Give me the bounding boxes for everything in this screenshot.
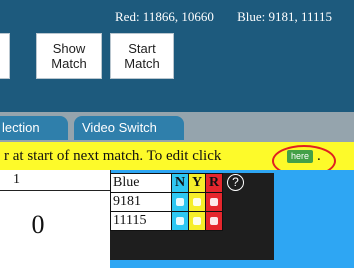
- notice-banner: r at start of next match. To edit click …: [0, 142, 354, 170]
- header-bar: Red: 11866, 10660 Blue: 9181, 11115 Show…: [0, 0, 354, 112]
- help-icon[interactable]: ?: [227, 174, 244, 191]
- team-number-cell: 9181: [110, 192, 172, 212]
- team-2-y-checkbox[interactable]: [188, 211, 206, 231]
- checkbox-icon: [210, 216, 218, 225]
- column-r-header: R: [205, 173, 223, 193]
- column-n-header: N: [171, 173, 189, 193]
- team-1-y-checkbox[interactable]: [188, 192, 206, 212]
- blue-penalty-table: Blue N Y R ? 9181 11115: [110, 173, 250, 231]
- team-2-n-checkbox[interactable]: [171, 211, 189, 231]
- start-match-label-2: Match: [124, 56, 160, 71]
- checkbox-icon: [176, 197, 184, 206]
- empty-cell: [222, 192, 250, 212]
- column-y-header: Y: [188, 173, 206, 193]
- tab-selection[interactable]: lection: [0, 116, 68, 140]
- table-header-row: Blue N Y R ?: [110, 173, 250, 193]
- score-header: 1: [0, 170, 110, 191]
- tab-bar: lection Video Switch: [0, 112, 354, 142]
- checkbox-icon: [193, 197, 201, 206]
- score-value: 0: [31, 210, 45, 239]
- show-match-button[interactable]: Show Match: [36, 33, 102, 79]
- score-panel: 1 0: [0, 170, 111, 258]
- show-match-label-2: Match: [51, 56, 87, 71]
- score-panel-footer: [0, 258, 110, 268]
- team-1-r-checkbox[interactable]: [205, 192, 223, 212]
- checkbox-icon: [210, 197, 218, 206]
- notice-period: .: [317, 148, 321, 164]
- score-header-label: 1: [13, 172, 20, 187]
- checkbox-icon: [193, 216, 201, 225]
- team-1-n-checkbox[interactable]: [171, 192, 189, 212]
- red-alliance-label: Red: 11866, 10660: [115, 9, 214, 24]
- show-match-label-1: Show: [52, 41, 86, 56]
- edit-here-button[interactable]: here: [287, 150, 313, 163]
- table-row: 9181: [110, 192, 250, 212]
- start-match-label-1: Start: [128, 41, 156, 56]
- team-2-r-checkbox[interactable]: [205, 211, 223, 231]
- notice-message: r at start of next match. To edit click: [4, 148, 222, 164]
- blue-header-cell: Blue: [110, 173, 172, 193]
- team-number-cell: 11115: [110, 211, 172, 231]
- table-row: 11115: [110, 211, 250, 231]
- empty-cell: [222, 211, 250, 231]
- tab-video-switch[interactable]: Video Switch: [74, 116, 184, 140]
- help-cell: ?: [222, 173, 250, 193]
- partial-button[interactable]: [0, 33, 10, 79]
- blue-alliance-label: Blue: 9181, 11115: [237, 9, 333, 24]
- checkbox-icon: [176, 216, 184, 225]
- blue-alliance-table: Blue N Y R ? 9181 11115: [110, 173, 274, 260]
- match-teams-line: Red: 11866, 10660 Blue: 9181, 11115: [115, 9, 332, 25]
- start-match-button[interactable]: Start Match: [110, 33, 174, 79]
